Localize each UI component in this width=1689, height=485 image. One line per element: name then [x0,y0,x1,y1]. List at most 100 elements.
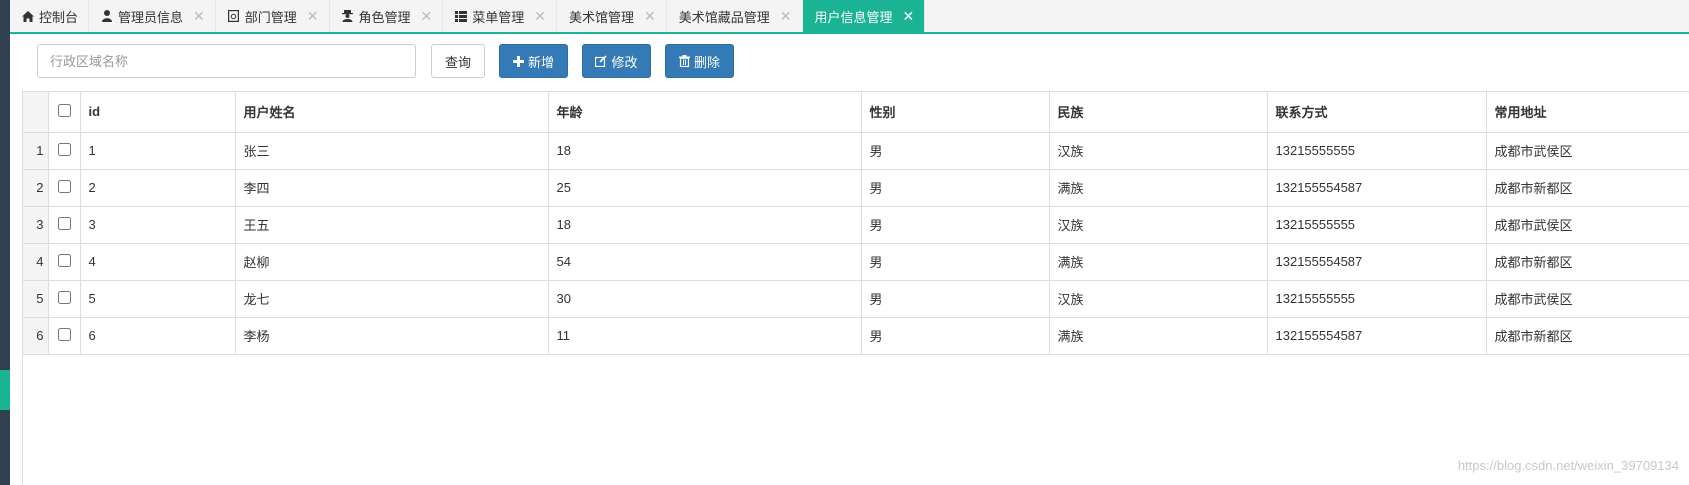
row-checkbox[interactable] [57,216,71,230]
toolbar: 查询 新增 修改 删除 [37,44,734,78]
user-secret-icon [342,10,354,22]
close-icon[interactable]: ✕ [644,8,656,25]
table-row[interactable]: 5 5 龙七 30 男汉族 13215555555 成都市武侯区 [23,280,1689,318]
cell-gender: 男 [861,243,1050,281]
delete-label: 删除 [693,54,720,70]
edit-label: 修改 [611,54,638,70]
cell-id: 6 [80,317,236,355]
user-table: id 用户姓名 年龄 性别 民族 联系方式 常用地址 1 1 张三 18 男汉族 1321… [22,91,1689,485]
cell-ethnicity: 汉族 [1049,206,1268,244]
table-row[interactable]: 1 1 张三 18 男汉族 13215555555 成都市武侯区 [23,132,1689,170]
table-header-row: id 用户姓名 年龄 性别 民族 联系方式 常用地址 [23,92,1689,133]
delete-button[interactable]: 删除 [665,44,734,78]
row-number: 6 [23,317,49,355]
row-select-cell [48,317,81,355]
close-icon[interactable]: ✕ [307,8,319,25]
cell-age: 18 [548,206,862,244]
tab-label: 部门管理 [244,9,297,25]
row-select-cell [48,280,81,318]
tab-label: 美术馆藏品管理 [678,9,770,25]
column-header-phone[interactable]: 联系方式 [1267,92,1487,133]
row-number: 4 [23,243,49,281]
home-icon [22,10,34,22]
close-icon[interactable]: ✕ [903,8,915,25]
column-header-gender[interactable]: 性别 [861,92,1050,133]
tab-3[interactable]: 角色管理 ✕ [330,0,444,32]
cell-name: 龙七 [235,280,549,318]
cell-name: 李四 [235,169,549,207]
table-row[interactable]: 3 3 王五 18 男汉族 13215555555 成都市武侯区 [23,206,1689,244]
cell-address: 成都市武侯区 [1486,206,1689,244]
row-checkbox[interactable] [57,327,71,341]
table-row[interactable]: 2 2 李四 25 男满族 132155554587 成都市新都区 [23,169,1689,207]
row-select-cell [48,132,81,170]
query-button[interactable]: 查询 [431,44,485,78]
cell-id: 3 [80,206,236,244]
row-select-cell [48,169,81,207]
cell-name: 赵柳 [235,243,549,281]
column-header-address[interactable]: 常用地址 [1486,92,1689,133]
cell-id: 5 [80,280,236,318]
column-header-age[interactable]: 年龄 [548,92,862,133]
row-number: 1 [23,132,49,170]
cell-name: 李杨 [235,317,549,355]
cell-ethnicity: 汉族 [1049,280,1268,318]
row-checkbox[interactable] [57,290,71,304]
row-checkbox[interactable] [57,179,71,193]
tab-1[interactable]: 管理员信息 ✕ [89,0,216,32]
cell-gender: 男 [861,280,1050,318]
close-icon[interactable]: ✕ [780,8,792,25]
tab-0[interactable]: 控制台 [10,0,90,32]
search-input[interactable] [37,44,416,78]
tab-label: 角色管理 [358,9,411,25]
tab-6[interactable]: 美术馆藏品管理 ✕ [667,0,803,32]
list-icon [455,10,468,22]
row-number: 3 [23,206,49,244]
row-checkbox[interactable] [57,142,71,156]
cell-phone: 132155554587 [1267,169,1487,207]
user-icon [101,10,113,22]
watermark: https://blog.csdn.net/weixin_39709134 [1457,458,1679,473]
tab-label: 控制台 [39,9,79,25]
edit-button[interactable]: 修改 [582,44,651,78]
cell-name: 张三 [235,132,549,170]
cell-age: 11 [548,317,862,355]
tab-bar: 控制台 管理员信息 ✕ 部门管理 ✕ 角色管理 ✕ 菜单管理 ✕ 美术馆管理 ✕ 美术馆藏品管理 ✕ 用户… [10,0,1689,34]
table-row[interactable]: 4 4 赵柳 54 男满族 132155554587 成都市新都区 [23,243,1689,281]
edit-icon [595,55,608,67]
tab-label: 美术馆管理 [569,9,635,25]
cell-age: 25 [548,169,862,207]
tab-2[interactable]: 部门管理 ✕ [216,0,330,32]
close-icon[interactable]: ✕ [193,8,205,25]
tab-7[interactable]: 用户信息管理 ✕ [802,0,926,32]
cell-age: 18 [548,132,862,170]
column-header-name[interactable]: 用户姓名 [235,92,549,133]
cell-address: 成都市武侯区 [1486,132,1689,170]
cell-gender: 男 [861,317,1050,355]
cell-address: 成都市武侯区 [1486,280,1689,318]
cell-age: 30 [548,280,862,318]
tab-label: 用户信息管理 [814,9,893,25]
select-all-cell [48,92,81,133]
column-header-ethnicity[interactable]: 民族 [1049,92,1268,133]
close-icon[interactable]: ✕ [421,8,433,25]
cell-name: 王五 [235,206,549,244]
rownum-header [23,92,49,133]
query-label: 查询 [444,54,471,70]
add-button[interactable]: 新增 [499,44,568,78]
tab-4[interactable]: 菜单管理 ✕ [443,0,558,32]
close-icon[interactable]: ✕ [534,8,546,25]
column-header-id[interactable]: id [80,92,236,133]
tab-5[interactable]: 美术馆管理 ✕ [557,0,667,32]
select-all-checkbox[interactable] [57,103,71,117]
cell-id: 1 [80,132,236,170]
row-checkbox[interactable] [57,253,71,267]
cell-phone: 13215555555 [1267,132,1487,170]
cell-address: 成都市新都区 [1486,169,1689,207]
row-select-cell [48,206,81,244]
table-row[interactable]: 6 6 李杨 11 男满族 132155554587 成都市新都区 [23,317,1689,355]
tab-label: 管理员信息 [118,9,184,25]
cell-gender: 男 [861,169,1050,207]
cell-address: 成都市新都区 [1486,243,1689,281]
cell-id: 2 [80,169,236,207]
